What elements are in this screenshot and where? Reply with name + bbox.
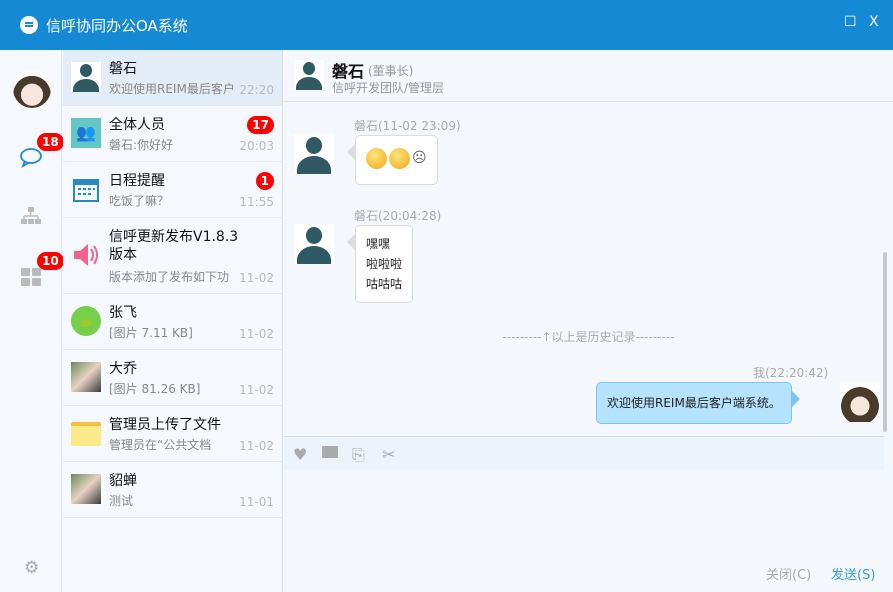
- conversation-time: 11-01: [239, 495, 274, 509]
- message-scrollbar[interactable]: [883, 252, 887, 432]
- speaker-icon: [74, 244, 98, 266]
- heart-icon[interactable]: ♥: [293, 445, 307, 464]
- folder-icon[interactable]: [322, 446, 338, 458]
- conversation-item[interactable]: 👥 全体人员 磐石:你好好 20:03 17: [63, 106, 282, 162]
- settings-gear-icon[interactable]: ⚙: [24, 560, 40, 577]
- person-avatar: [71, 62, 101, 92]
- my-message-bubble: 欢迎使用REIM最后客户端系统。: [596, 382, 800, 424]
- conversation-preview: 管理员在“公共文档: [109, 438, 212, 452]
- chat-header: 磐石 (董事长) 信呼开发团队/管理层: [284, 50, 893, 102]
- conversation-name: 张飞: [109, 305, 137, 321]
- emoji-icon: [366, 148, 387, 169]
- message-line: 咕咕咕: [366, 277, 403, 291]
- conversation-item[interactable]: 貂蝉 测试 11-01: [63, 462, 282, 518]
- chat-badge: 18: [37, 133, 64, 151]
- conversation-preview: [图片 7.11 KB]: [109, 326, 193, 340]
- chat-panel: 磐石 (董事长) 信呼开发团队/管理层 磐石(11-02 23:09) ☹ 磐石…: [284, 50, 893, 592]
- conversation-name: 全体人员: [109, 117, 165, 133]
- photo-avatar: [71, 474, 101, 504]
- conversation-item[interactable]: ☕ 张飞 [图片 7.11 KB] 11-02: [63, 294, 282, 350]
- conversation-list: 磐石 欢迎使用REIM最后客户 22:20 👥 全体人员 磐石:你好好 20:03 1…: [63, 50, 283, 592]
- maximize-button[interactable]: ☐: [844, 14, 857, 30]
- calendar-icon: [73, 179, 99, 202]
- conversation-name: 貂蝉: [109, 473, 137, 489]
- photo-avatar: [71, 362, 101, 392]
- message-bubble: 嘿嘿 啦啦啦 咕咕咕: [346, 225, 414, 303]
- conversation-preview: 吃饭了嘛？: [109, 194, 170, 208]
- folder-icon: [71, 422, 101, 446]
- chat-nav-button[interactable]: [19, 146, 43, 170]
- message-area: 磐石(11-02 23:09) ☹ 磐石(20:04:28) 嘿嘿 啦啦啦 咕咕…: [284, 102, 893, 436]
- title-bar: 信呼协同办公OA系统 ☐ X: [0, 0, 893, 50]
- chat-bubble-icon: [20, 148, 42, 169]
- conversation-time: 20:03: [239, 139, 274, 153]
- conversation-preview: 磐石:你好好: [109, 138, 174, 152]
- input-toolbar: ♥ ⎘ ✂: [284, 436, 884, 470]
- message-sender: 我(22:20:42): [753, 366, 829, 380]
- org-chart-icon: [21, 207, 41, 224]
- send-button[interactable]: 发送(S): [831, 564, 875, 583]
- message-sender: 磐石(11-02 23:09): [354, 119, 461, 133]
- scissors-icon[interactable]: ✂: [382, 445, 395, 464]
- conversation-name: 磐石: [109, 61, 137, 77]
- emoji-sad-icon: ☹: [412, 150, 427, 166]
- org-nav-button[interactable]: [19, 204, 43, 228]
- conversation-preview: 欢迎使用REIM最后客户: [109, 82, 235, 96]
- window-title: 信呼协同办公OA系统: [46, 17, 188, 35]
- conversation-name: 大乔: [109, 361, 137, 377]
- conversation-preview: [图片 81.26 KB]: [109, 382, 201, 396]
- cup-avatar: ☕: [71, 306, 101, 336]
- sender-avatar: [294, 224, 334, 264]
- emoji-grin-icon: [389, 148, 410, 169]
- conversation-time: 22:20: [239, 83, 274, 97]
- conversation-name: 管理员上传了文件: [109, 417, 221, 433]
- sender-avatar: [294, 134, 334, 174]
- my-avatar: [840, 382, 880, 422]
- conversation-name: 日程提醒: [109, 173, 165, 189]
- conversation-time: 11:55: [239, 195, 274, 209]
- side-rail: 18 10 ⚙: [0, 50, 64, 592]
- conversation-item[interactable]: 大乔 [图片 81.26 KB] 11-02: [63, 350, 282, 406]
- conversation-name: 信呼更新发布V1.8.3版本: [109, 229, 239, 263]
- message-sender: 磐石(20:04:28): [354, 209, 442, 223]
- unread-badge: 17: [247, 116, 274, 134]
- conversation-preview: 测试: [109, 494, 134, 508]
- conversation-time: 11-02: [239, 439, 274, 453]
- close-button[interactable]: X: [869, 14, 879, 30]
- conversation-time: 11-02: [239, 271, 274, 285]
- conversation-item[interactable]: 磐石 欢迎使用REIM最后客户 22:20: [63, 50, 282, 106]
- conversation-item[interactable]: 信呼更新发布V1.8.3版本 版本添加了发布如下功 11-02: [63, 218, 282, 294]
- conversation-item[interactable]: 日程提醒 吃饭了嘛？ 11:55 1: [63, 162, 282, 218]
- contact-role: (董事长): [368, 64, 414, 78]
- unread-badge: 1: [255, 172, 274, 190]
- paste-icon[interactable]: ⎘: [352, 445, 365, 465]
- message-line: 嘿嘿: [366, 237, 391, 251]
- message-bubble: ☹: [347, 135, 438, 185]
- user-avatar[interactable]: [13, 70, 51, 108]
- conversation-time: 11-02: [239, 383, 274, 397]
- close-chat-button[interactable]: 关闭(C): [766, 564, 811, 583]
- apps-badge: 10: [37, 252, 64, 270]
- conversation-time: 11-02: [239, 327, 274, 341]
- message-line: 啦啦啦: [366, 257, 403, 271]
- conversation-preview: 版本添加了发布如下功: [109, 270, 230, 284]
- message-input[interactable]: [284, 470, 893, 550]
- contact-dept: 信呼开发团队/管理层: [332, 81, 445, 95]
- group-icon: 👥: [71, 118, 101, 148]
- history-divider: ---------↑以上是历史记录---------: [502, 330, 675, 344]
- contact-avatar: [294, 60, 324, 90]
- chat-logo-icon: [20, 16, 38, 34]
- conversation-item[interactable]: 管理员上传了文件 管理员在“公共文档 11-02: [63, 406, 282, 462]
